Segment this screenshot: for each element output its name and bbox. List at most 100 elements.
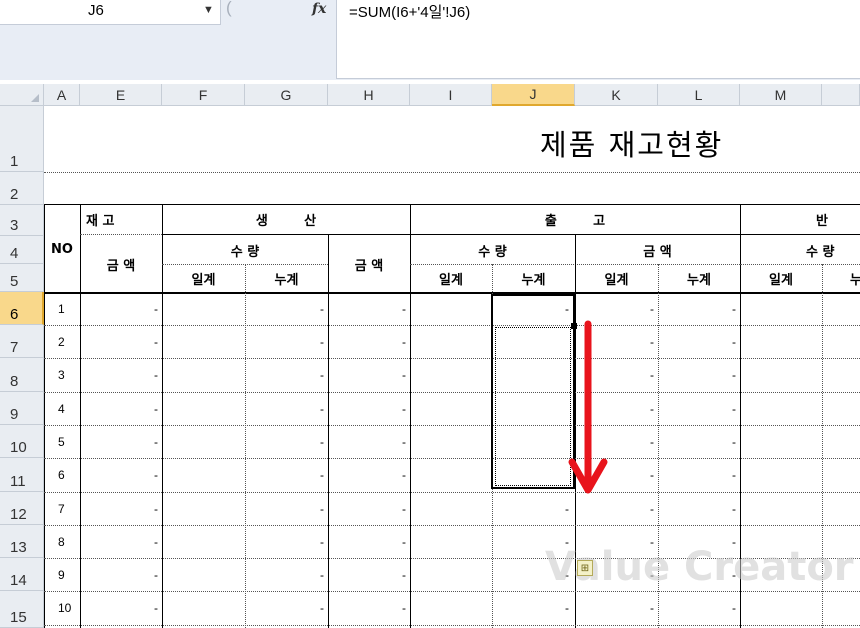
cell-h-value[interactable]: - — [402, 468, 406, 482]
cell-j-value[interactable]: - — [565, 601, 569, 615]
select-all-icon — [31, 94, 39, 102]
item-number[interactable]: 8 — [58, 535, 65, 549]
formula-text: =SUM(I6+'4일'!J6) — [349, 4, 471, 21]
cell-g-value[interactable]: - — [320, 368, 324, 382]
cell-k-value[interactable]: - — [650, 368, 654, 382]
column-header-m[interactable]: M — [740, 84, 822, 106]
cell-h-value[interactable]: - — [402, 601, 406, 615]
row-header-13[interactable]: 13 — [0, 525, 44, 558]
row-header-7[interactable]: 7 — [0, 325, 44, 358]
cell-h-value[interactable]: - — [402, 435, 406, 449]
cell-g-value[interactable]: - — [320, 302, 324, 316]
cell-e-value[interactable]: - — [154, 368, 158, 382]
formula-input[interactable]: =SUM(I6+'4일'!J6) — [336, 0, 860, 79]
row-header-5[interactable]: 5 — [0, 264, 44, 292]
cell-g-value[interactable]: - — [320, 435, 324, 449]
cell-e-value[interactable]: - — [154, 568, 158, 582]
cell-g-value[interactable]: - — [320, 402, 324, 416]
cell-e-value[interactable]: - — [154, 435, 158, 449]
row-header-8[interactable]: 8 — [0, 358, 44, 392]
chevron-down-icon[interactable]: ▼ — [203, 4, 214, 16]
cell-e-value[interactable]: - — [154, 335, 158, 349]
name-box[interactable]: J6 ▼ — [0, 0, 221, 25]
row-header-11[interactable]: 11 — [0, 458, 44, 492]
cell-g-value[interactable]: - — [320, 535, 324, 549]
item-number[interactable]: 9 — [58, 568, 65, 582]
cell-g-value[interactable]: - — [320, 468, 324, 482]
header-ship-amount: 금 액 — [643, 244, 672, 260]
cell-e-value[interactable]: - — [154, 601, 158, 615]
cell-l-value[interactable]: - — [732, 368, 736, 382]
cell-h-value[interactable]: - — [402, 335, 406, 349]
column-header-k[interactable]: K — [575, 84, 658, 106]
column-header-j[interactable]: J — [492, 84, 575, 106]
row-header-12[interactable]: 12 — [0, 492, 44, 525]
row-header-14[interactable]: 14 — [0, 558, 44, 591]
column-header-i[interactable]: I — [410, 84, 492, 106]
row-header-6[interactable]: 6 — [0, 292, 44, 325]
item-number[interactable]: 2 — [58, 335, 65, 349]
cell-h-value[interactable]: - — [402, 302, 406, 316]
cell-l-value[interactable]: - — [732, 468, 736, 482]
item-number[interactable]: 4 — [58, 402, 65, 416]
cell-e-value[interactable]: - — [154, 302, 158, 316]
column-header-e[interactable]: E — [80, 84, 162, 106]
autofill-options-icon[interactable]: ⊞ — [577, 560, 593, 576]
row-header-3[interactable]: 3 — [0, 205, 44, 236]
column-header-overflow[interactable] — [822, 84, 860, 106]
cell-h-value[interactable]: - — [402, 368, 406, 382]
column-header-g[interactable]: G — [245, 84, 328, 106]
grid-line — [162, 234, 410, 235]
cell-k-value[interactable]: - — [650, 502, 654, 516]
cell-h-value[interactable]: - — [402, 502, 406, 516]
cell-k-value[interactable]: - — [650, 402, 654, 416]
cell-l-value[interactable]: - — [732, 335, 736, 349]
header-ship-amount-daily: 일계 — [604, 272, 629, 288]
item-number[interactable]: 5 — [58, 435, 65, 449]
item-number[interactable]: 1 — [58, 302, 65, 316]
cell-g-value[interactable]: - — [320, 601, 324, 615]
item-number[interactable]: 3 — [58, 368, 65, 382]
cell-j-value[interactable]: - — [565, 502, 569, 516]
cell-l-value[interactable]: - — [732, 402, 736, 416]
column-header-f[interactable]: F — [162, 84, 245, 106]
column-header-h[interactable]: H — [328, 84, 410, 106]
row-header-2[interactable]: 2 — [0, 172, 44, 205]
cell-e-value[interactable]: - — [154, 402, 158, 416]
item-number[interactable]: 7 — [58, 502, 65, 516]
cell-h-value[interactable]: - — [402, 402, 406, 416]
cell-k-value[interactable]: - — [650, 601, 654, 615]
cell-g-value[interactable]: - — [320, 568, 324, 582]
cell-k-value[interactable]: - — [650, 468, 654, 482]
row-header-9[interactable]: 9 — [0, 392, 44, 425]
cell-e-value[interactable]: - — [154, 468, 158, 482]
header-no: NO — [51, 241, 73, 257]
cell-l-value[interactable]: - — [732, 302, 736, 316]
cell-e-value[interactable]: - — [154, 535, 158, 549]
row-header-1[interactable]: 1 — [0, 106, 44, 172]
cell-k-value[interactable]: - — [650, 435, 654, 449]
cell-k-value[interactable]: - — [650, 335, 654, 349]
cell-l-value[interactable]: - — [732, 601, 736, 615]
row-header-10[interactable]: 10 — [0, 425, 44, 458]
row-header-4[interactable]: 4 — [0, 236, 44, 264]
select-all-corner[interactable] — [0, 84, 44, 106]
column-header-l[interactable]: L — [658, 84, 740, 106]
column-header-a[interactable]: A — [44, 84, 80, 106]
row-header-15[interactable]: 15 — [0, 591, 44, 628]
fx-icon[interactable]: fx — [312, 1, 326, 17]
header-returns: 반 — [816, 213, 828, 229]
cell-l-value[interactable]: - — [732, 435, 736, 449]
cell-l-value[interactable]: - — [732, 502, 736, 516]
cell-g-value[interactable]: - — [320, 502, 324, 516]
fill-range-marquee — [495, 327, 571, 486]
item-number[interactable]: 6 — [58, 468, 65, 482]
header-stock-amount: 금 액 — [106, 258, 136, 274]
cell-h-value[interactable]: - — [402, 568, 406, 582]
item-number[interactable]: 10 — [58, 601, 71, 615]
header-prod-daily: 일계 — [191, 272, 216, 288]
cell-g-value[interactable]: - — [320, 335, 324, 349]
cell-h-value[interactable]: - — [402, 535, 406, 549]
cell-k-value[interactable]: - — [650, 302, 654, 316]
cell-e-value[interactable]: - — [154, 502, 158, 516]
